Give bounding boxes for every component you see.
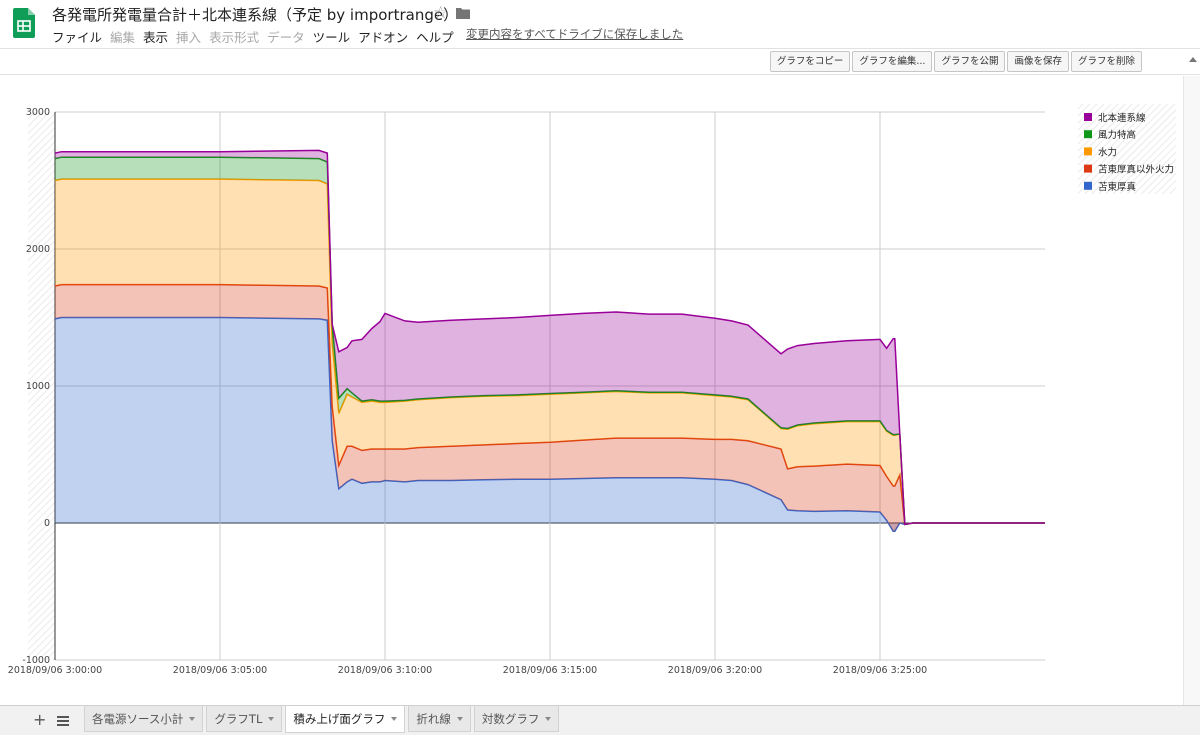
all-sheets-menu-icon[interactable]: [57, 716, 69, 726]
sheet-tab[interactable]: 各電源ソース小計: [84, 706, 204, 732]
sheet-tab-bar: + 各電源ソース小計 グラフTL 積み上げ面グラフ 折れ線 対数グラフ: [0, 705, 1200, 735]
y-tick-label: 2000: [26, 244, 50, 255]
menu-item[interactable]: ヘルプ: [416, 27, 454, 46]
legend-swatch: [1084, 181, 1092, 190]
menu-item[interactable]: データ: [267, 27, 305, 46]
sheet-tab-label: 積み上げ面グラフ: [293, 712, 386, 726]
x-tick-label: 2018/09/06 3:10:00: [338, 665, 432, 676]
y-tick-label: 1000: [26, 381, 50, 392]
sheet-tab-label: 折れ線: [416, 711, 451, 726]
sheets-logo-icon[interactable]: [13, 8, 35, 38]
legend-label: 苫東厚真以外火力: [1098, 164, 1174, 176]
tab-menu-caret-icon[interactable]: [268, 716, 275, 721]
legend-swatch: [1084, 130, 1092, 139]
tab-menu-caret-icon[interactable]: [189, 716, 196, 721]
y-tick-label: 0: [44, 518, 50, 529]
menu-item[interactable]: 編集: [110, 27, 135, 46]
sheet-tab-label: グラフTL: [214, 711, 263, 726]
sheet-tab[interactable]: グラフTL: [206, 706, 283, 732]
vertical-scrollbar[interactable]: [1183, 76, 1200, 705]
menu-item[interactable]: ツール: [313, 27, 351, 46]
publish-chart-button[interactable]: グラフを公開: [934, 51, 1006, 72]
sheet-tab-label: 対数グラフ: [481, 711, 540, 726]
copy-chart-button[interactable]: グラフをコピー: [769, 51, 851, 72]
edit-chart-button[interactable]: グラフを編集...: [852, 51, 933, 72]
stacked-area-chart[interactable]: -100001000200030002018/09/06 3:00:00 2018…: [0, 76, 1180, 705]
menu-bar: ファイル 編集 表示 挿入 表示形式 データ ツール アドオン ヘルプ: [52, 27, 462, 46]
menu-item[interactable]: 挿入: [176, 27, 201, 46]
app-header: 各発電所発電量合計＋北本連系線（予定 by importrange） ☆ ファイ…: [0, 0, 1200, 48]
legend-swatch: [1084, 147, 1092, 156]
x-tick-label: 2018/09/06 3:15:00: [503, 665, 597, 676]
x-tick-label: 2018/09/06 3:25:00: [833, 665, 927, 676]
tab-menu-caret-icon[interactable]: [456, 716, 463, 721]
chart-toolbar: グラフをコピー グラフを編集... グラフを公開 画像を保存 グラフを削除: [0, 48, 1200, 75]
legend-swatch: [1084, 113, 1092, 121]
sheet-tab[interactable]: 折れ線: [408, 706, 471, 732]
x-tick-label: 2018/09/06 3:20:00: [668, 665, 762, 676]
tab-menu-caret-icon[interactable]: [545, 716, 552, 721]
add-sheet-icon[interactable]: +: [33, 710, 46, 729]
save-status-link[interactable]: 変更内容をすべてドライブに保存しました: [466, 26, 683, 42]
document-title[interactable]: 各発電所発電量合計＋北本連系線（予定 by importrange）: [52, 4, 458, 25]
menu-item[interactable]: 表示形式: [209, 27, 259, 46]
sheet-tab-label: 各電源ソース小計: [92, 711, 184, 726]
legend-label: 風力特高: [1098, 129, 1136, 141]
y-tick-label: 3000: [26, 107, 50, 118]
menu-item[interactable]: アドオン: [358, 27, 408, 46]
scroll-up-icon[interactable]: [1189, 57, 1197, 62]
sheet-tab[interactable]: 積み上げ面グラフ: [285, 706, 406, 733]
x-tick-label: 2018/09/06 3:00:00: [8, 665, 102, 676]
save-image-button[interactable]: 画像を保存: [1007, 51, 1069, 72]
folder-icon[interactable]: [456, 7, 470, 19]
x-tick-label: 2018/09/06 3:05:00: [173, 665, 267, 676]
chart-area: -1000 0 1000 2000 3000 2018/09/06 3:00:00 2018…: [0, 76, 1200, 705]
legend-label: 苫東厚真: [1098, 181, 1136, 193]
menu-item[interactable]: ファイル: [52, 27, 102, 46]
menu-item[interactable]: 表示: [143, 27, 168, 46]
legend-swatch: [1084, 164, 1092, 173]
legend-label: 水力: [1098, 146, 1117, 158]
legend-label: 北本連系線: [1098, 112, 1146, 124]
sheet-tab[interactable]: 対数グラフ: [473, 706, 560, 732]
delete-chart-button[interactable]: グラフを削除: [1070, 51, 1142, 72]
tab-menu-caret-icon[interactable]: [391, 717, 398, 721]
star-icon[interactable]: ☆: [433, 3, 448, 23]
